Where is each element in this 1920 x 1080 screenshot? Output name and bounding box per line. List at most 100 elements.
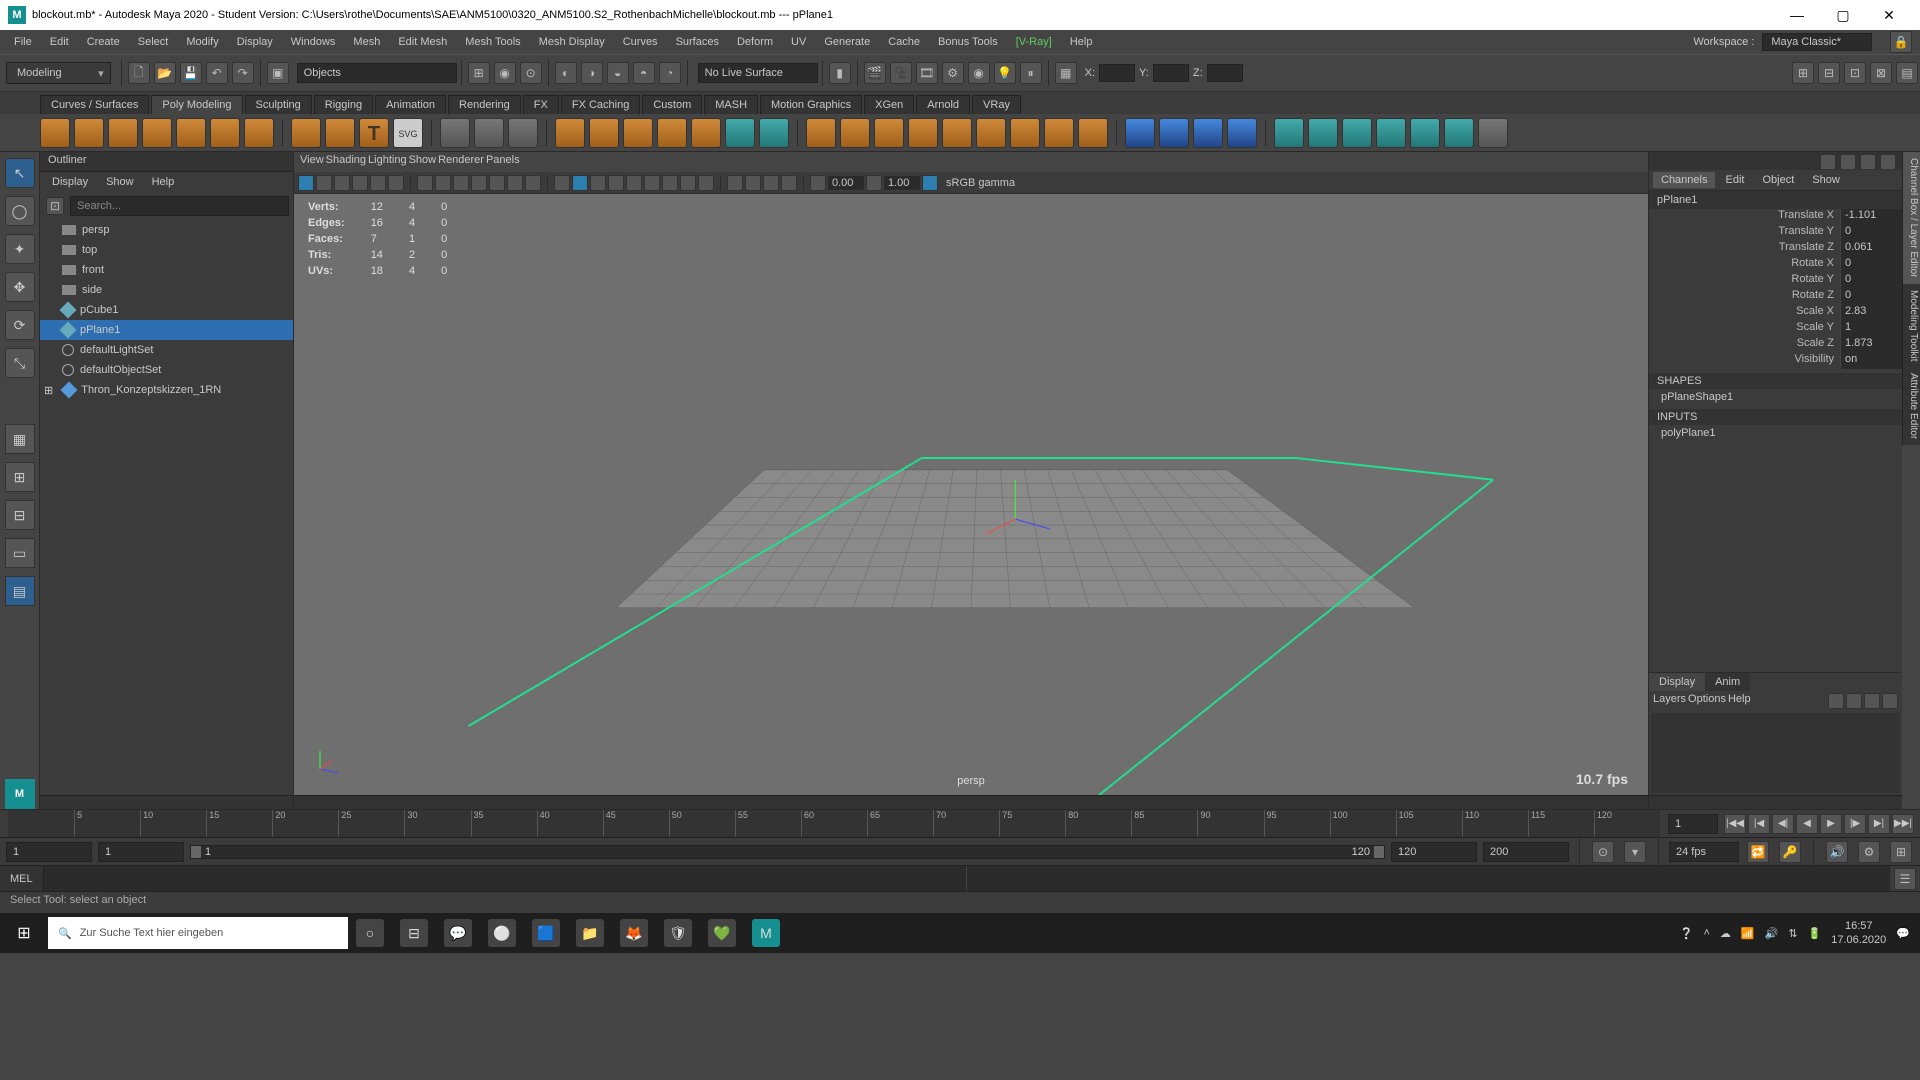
step-fwd-button[interactable]: |▶ [1844,814,1866,834]
shelf-poly-disc-icon[interactable] [244,118,274,148]
menu-uv[interactable]: UV [783,33,814,51]
cmd-language-label[interactable]: MEL [0,866,43,891]
chan-icon-a[interactable] [1820,154,1836,170]
task-firefox-icon[interactable]: 🦊 [620,919,648,947]
vp-bookmark-icon[interactable] [334,175,350,191]
shelf-type-icon[interactable]: T [359,118,389,148]
vp-film-gate-icon[interactable] [435,175,451,191]
vp-colorspace-field[interactable]: sRGB gamma [940,176,1021,190]
menu-file[interactable]: File [6,33,40,51]
ipr-icon[interactable]: 🎥 [890,62,912,84]
script-editor-icon[interactable]: ⊞ [1890,841,1912,863]
range-handle-start[interactable] [191,846,201,858]
vp-exposure-icon[interactable] [810,175,826,191]
outliner-search-input[interactable]: Search... [70,196,289,216]
hypershade-icon[interactable]: ◉ [968,62,990,84]
construction-history-icon[interactable]: ▮ [829,62,851,84]
shelf-bool-inter-icon[interactable] [759,118,789,148]
layer-menu-options[interactable]: Options [1688,693,1726,709]
shelf-sculpt-f-icon[interactable] [1444,118,1474,148]
menu-help[interactable]: Help [1062,33,1101,51]
vp-menu-view[interactable]: View [300,154,324,170]
layer-menu-help[interactable]: Help [1728,693,1751,709]
open-scene-icon[interactable]: 📂 [154,62,176,84]
vp-dof-icon[interactable] [698,175,714,191]
vp-safe-title-icon[interactable] [525,175,541,191]
menu-vray[interactable]: [V-Ray] [1008,33,1060,51]
attr-value-field[interactable]: 0.061 [1840,241,1902,257]
task-app4-icon[interactable]: 🛡 [664,919,692,947]
menu-curves[interactable]: Curves [615,33,666,51]
sidetab-channelbox[interactable]: Channel Box / Layer Editor [1902,152,1920,284]
outliner-menu-show[interactable]: Show [98,174,142,192]
outliner-item-side[interactable]: side [40,280,293,300]
lock-icon[interactable]: 🔒 [1890,31,1912,53]
lasso-tool[interactable]: ◯ [5,196,35,226]
shelf-tab-vray[interactable]: VRay [972,95,1021,114]
vp-field-chart-icon[interactable] [489,175,505,191]
tray-clock[interactable]: 16:57 17.06.2020 [1831,919,1886,947]
shelf-connect-icon[interactable] [1159,118,1189,148]
vp-2d-icon[interactable] [370,175,386,191]
shelf-smooth-icon[interactable] [657,118,687,148]
channel-object-name[interactable]: pPlane1 [1649,191,1902,209]
input-node[interactable]: polyPlane1 [1649,425,1902,441]
vp-gate-mask-icon[interactable] [471,175,487,191]
vp-menu-shading[interactable]: Shading [326,154,366,170]
step-back-button[interactable]: ◀| [1772,814,1794,834]
task-view-icon[interactable]: ⊟ [400,919,428,947]
tray-help-icon[interactable]: ❔ [1680,927,1694,940]
select-tool[interactable]: ↖ [5,158,35,188]
vp-gamma-icon[interactable] [866,175,882,191]
outliner-filter-icon[interactable]: ⊡ [46,197,64,215]
task-maya-icon[interactable]: M [752,919,780,947]
chan-menu-channels[interactable]: Channels [1653,172,1715,188]
toggle-e-icon[interactable]: ▤ [1896,62,1918,84]
shelf-tab-fxcaching[interactable]: FX Caching [561,95,640,114]
menu-select[interactable]: Select [130,33,177,51]
sym-z-icon[interactable]: ◒ [607,62,629,84]
chan-menu-edit[interactable]: Edit [1717,172,1752,188]
minimize-button[interactable]: — [1774,0,1820,30]
snap-point-icon[interactable]: ⊙ [520,62,542,84]
shelf-edge-flow-icon[interactable] [976,118,1006,148]
start-button[interactable]: ⊞ [0,913,48,953]
shelf-extrude-icon[interactable] [806,118,836,148]
shelf-target-weld-icon[interactable] [942,118,972,148]
sym-x-icon[interactable]: ◐ [555,62,577,84]
menu-edit[interactable]: Edit [42,33,77,51]
vp-wire-icon[interactable] [554,175,570,191]
move-tool[interactable]: ✥ [5,272,35,302]
attr-value-field[interactable]: 0 [1840,257,1902,273]
last-tool[interactable]: ▦ [5,424,35,454]
chan-icon-b[interactable] [1840,154,1856,170]
sidetab-modeling-toolkit[interactable]: Modeling Toolkit [1902,284,1920,368]
system-tray[interactable]: ❔ ˄ ☁ 📶 🔊 ⇅ 🔋 16:57 17.06.2020 💬 [1670,919,1920,947]
viewport-canvas[interactable]: Verts:1240Edges:1640Faces:710Tris:1420UV… [294,194,1648,795]
shelf-tab-polymodeling[interactable]: Poly Modeling [151,95,242,114]
outliner-menu-help[interactable]: Help [144,174,183,192]
shelf-svg-icon[interactable]: SVG [393,118,423,148]
shelf-merge-icon[interactable] [908,118,938,148]
rotate-tool[interactable]: ⟳ [5,310,35,340]
menu-display[interactable]: Display [229,33,281,51]
shelf-sculpt-a-icon[interactable] [1274,118,1304,148]
outliner-item-front[interactable]: front [40,260,293,280]
render-seq-icon[interactable]: 🎞 [916,62,938,84]
outliner-item-top[interactable]: top [40,240,293,260]
vp-safe-action-icon[interactable] [507,175,523,191]
chan-icon-d[interactable] [1880,154,1896,170]
toggle-a-icon[interactable]: ⊞ [1792,62,1814,84]
range-handle-end[interactable] [1374,846,1384,858]
tray-cloud-icon[interactable]: ☁ [1720,927,1731,940]
selection-mode-field[interactable]: Objects [297,63,457,83]
layout-outliner-icon[interactable]: ▤ [5,576,35,606]
vp-menu-show[interactable]: Show [409,154,437,170]
shelf-soft-select-icon[interactable] [440,118,470,148]
shelf-poly-cube-icon[interactable] [74,118,104,148]
render-settings-icon[interactable]: ⚙ [942,62,964,84]
playback-end-field[interactable]: 120 [1391,842,1477,862]
shelf-poly-cone-icon[interactable] [142,118,172,148]
step-fwd-key-button[interactable]: ▶| [1868,814,1890,834]
layer-down-icon[interactable] [1864,693,1880,709]
